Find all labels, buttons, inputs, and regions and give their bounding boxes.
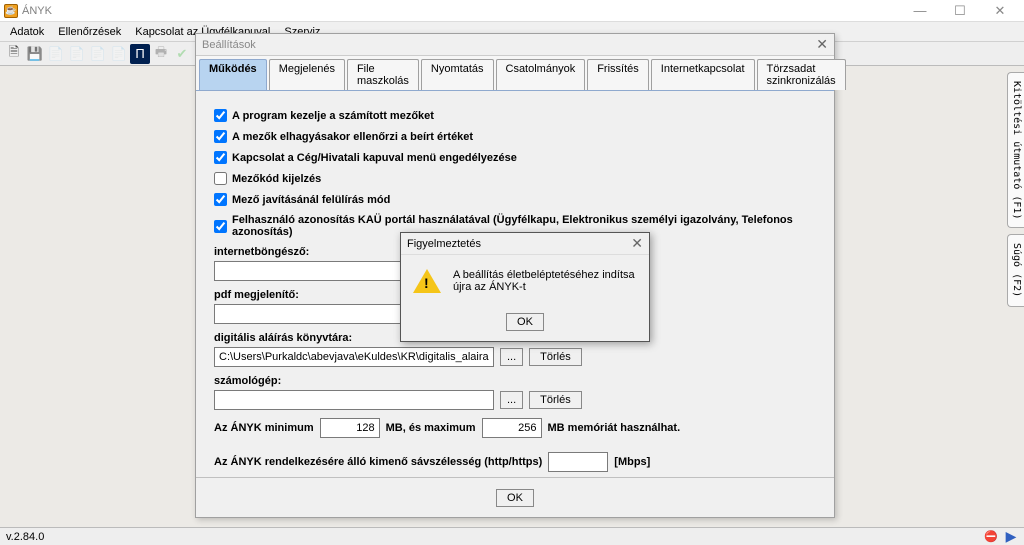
chk-validate-label: A mezők elhagyásakor ellenőrzi a beírt é… xyxy=(232,131,473,143)
right-tab-guide[interactable]: Kitöltési útmutató (F1) xyxy=(1007,72,1024,228)
chk-row-overwrite: Mező javításánál felülírás mód xyxy=(214,193,816,206)
tab-mukodes[interactable]: Működés xyxy=(199,59,267,90)
print-icon: 🖶 xyxy=(151,44,171,64)
window-title: ÁNYK xyxy=(22,5,52,17)
tab-internet[interactable]: Internetkapcsolat xyxy=(651,59,755,90)
alert-title-text: Figyelmeztetés xyxy=(407,238,481,250)
dialog-titlebar: Beállítások ✕ xyxy=(196,34,834,56)
bw-unit: [Mbps] xyxy=(614,456,650,468)
delete-calc[interactable]: Törlés xyxy=(529,391,582,409)
tool-icon-4: 📄 xyxy=(67,44,87,64)
status-error-icon: ⛔ xyxy=(984,530,998,544)
row-calc: ... Törlés xyxy=(214,390,816,410)
dialog-footer: OK xyxy=(196,477,834,517)
titlebar-left: ☕ ÁNYK xyxy=(4,4,52,18)
info-icon[interactable]: П xyxy=(130,44,150,64)
chk-fieldcode[interactable] xyxy=(214,172,227,185)
chk-overwrite[interactable] xyxy=(214,193,227,206)
minimize-button[interactable]: — xyxy=(900,1,940,21)
mem-suffix: MB memóriát használhat. xyxy=(548,422,681,434)
check-icon: ✔ xyxy=(172,44,192,64)
mem-prefix: Az ÁNYK minimum xyxy=(214,422,314,434)
browse-sign[interactable]: ... xyxy=(500,348,523,366)
label-calc: számológép: xyxy=(214,375,816,387)
warning-icon xyxy=(413,267,441,295)
chk-compute[interactable] xyxy=(214,109,227,122)
row-memory: Az ÁNYK minimum MB, és maximum MB memóri… xyxy=(214,418,816,438)
status-next-icon[interactable]: ▶ xyxy=(1004,530,1018,544)
tab-csatolmanyok[interactable]: Csatolmányok xyxy=(496,59,586,90)
chk-row-company: Kapcsolat a Cég/Hivatali kapuval menü en… xyxy=(214,151,816,164)
tab-megjelenes[interactable]: Megjelenés xyxy=(269,59,345,90)
input-calc[interactable] xyxy=(214,390,494,410)
chk-validate[interactable] xyxy=(214,130,227,143)
chk-row-fieldcode: Mezőkód kijelzés xyxy=(214,172,816,185)
alert-body: A beállítás életbeléptetéséhez indítsa ú… xyxy=(401,255,649,307)
menu-ellenorzesek[interactable]: Ellenőrzések xyxy=(52,24,127,40)
input-mem-max[interactable] xyxy=(482,418,542,438)
chk-fieldcode-label: Mezőkód kijelzés xyxy=(232,173,321,185)
input-bandwidth[interactable] xyxy=(548,452,608,472)
alert-dialog: Figyelmeztetés ✕ A beállítás életbelépte… xyxy=(400,232,650,342)
chk-company-label: Kapcsolat a Cég/Hivatali kapuval menü en… xyxy=(232,152,517,164)
delete-sign[interactable]: Törlés xyxy=(529,348,582,366)
dialog-title-text: Beállítások xyxy=(202,39,256,51)
chk-row-validate: A mezők elhagyásakor ellenőrzi a beírt é… xyxy=(214,130,816,143)
alert-message: A beállítás életbeléptetéséhez indítsa ú… xyxy=(453,269,637,293)
tabstrip: Működés Megjelenés File maszkolás Nyomta… xyxy=(196,56,834,91)
tab-nyomtatas[interactable]: Nyomtatás xyxy=(421,59,494,90)
tab-torzsadat[interactable]: Törzsadat szinkronizálás xyxy=(757,59,846,90)
settings-ok-button[interactable]: OK xyxy=(496,489,534,507)
statusbar: v.2.84.0 ⛔ ▶ xyxy=(0,527,1024,545)
menu-adatok[interactable]: Adatok xyxy=(4,24,50,40)
tool-icon-5: 📄 xyxy=(88,44,108,64)
right-tabs: Kitöltési útmutató (F1) Súgó (F2) xyxy=(1007,66,1024,307)
chk-row-compute: A program kezelje a számított mezőket xyxy=(214,109,816,122)
mem-mid: MB, és maximum xyxy=(386,422,476,434)
chk-overwrite-label: Mező javításánál felülírás mód xyxy=(232,194,390,206)
alert-titlebar: Figyelmeztetés ✕ xyxy=(401,233,649,255)
right-tab-help[interactable]: Súgó (F2) xyxy=(1007,234,1024,306)
new-doc-icon[interactable]: 🗎 xyxy=(4,44,24,64)
titlebar: ☕ ÁNYK — ☐ ✕ xyxy=(0,0,1024,22)
save-icon[interactable]: 💾 xyxy=(25,44,45,64)
status-icons: ⛔ ▶ xyxy=(984,530,1018,544)
bw-label: Az ÁNYK rendelkezésére álló kimenő sávsz… xyxy=(214,456,542,468)
tab-frissites[interactable]: Frissítés xyxy=(587,59,649,90)
alert-ok-button[interactable]: OK xyxy=(506,313,544,331)
tab-filemaszkolas[interactable]: File maszkolás xyxy=(347,59,419,90)
java-icon: ☕ xyxy=(4,4,18,18)
chk-company[interactable] xyxy=(214,151,227,164)
chk-kau[interactable] xyxy=(214,220,227,233)
row-sign: ... Törlés xyxy=(214,347,816,367)
window-controls: — ☐ ✕ xyxy=(900,1,1020,21)
input-sign[interactable] xyxy=(214,347,494,367)
row-bandwidth: Az ÁNYK rendelkezésére álló kimenő sávsz… xyxy=(214,452,816,472)
close-button[interactable]: ✕ xyxy=(980,1,1020,21)
tool-icon-3: 📄 xyxy=(46,44,66,64)
browse-calc[interactable]: ... xyxy=(500,391,523,409)
alert-close-icon[interactable]: ✕ xyxy=(631,235,643,252)
dialog-close-icon[interactable]: ✕ xyxy=(816,36,828,53)
maximize-button[interactable]: ☐ xyxy=(940,1,980,21)
input-mem-min[interactable] xyxy=(320,418,380,438)
alert-footer: OK xyxy=(401,307,649,341)
tool-icon-6: 📄 xyxy=(109,44,129,64)
version-label: v.2.84.0 xyxy=(6,531,44,543)
chk-compute-label: A program kezelje a számított mezőket xyxy=(232,110,434,122)
